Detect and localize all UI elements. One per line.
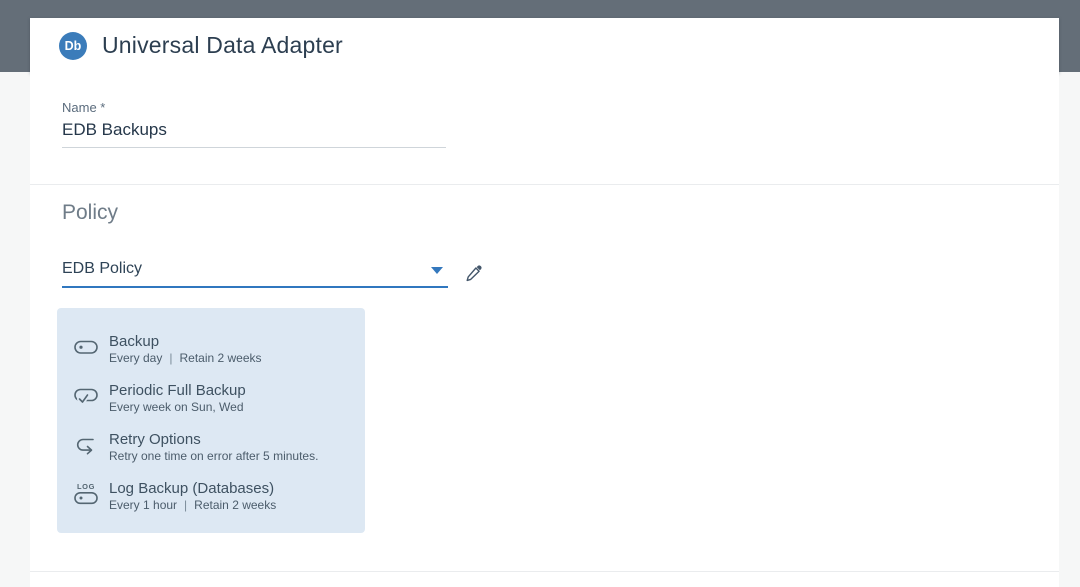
- policy-item-detail: Every week on Sun, Wed: [109, 400, 244, 414]
- policy-item-title: Retry Options: [109, 431, 201, 448]
- policy-item-periodic-full: Periodic Full Backup Every week on Sun, …: [72, 381, 349, 415]
- policy-item-title: Log Backup (Databases): [109, 480, 275, 497]
- policy-item-title: Backup: [109, 333, 160, 350]
- content-panel: Name * EDB Backups Policy EDB Policy Bac…: [30, 73, 1059, 587]
- policy-section: Policy EDB Policy Backup Every day | Ret…: [30, 185, 1059, 572]
- policy-summary-card: Backup Every day | Retain 2 weeks Periodic…: [57, 308, 365, 533]
- retry-options-icon: [72, 430, 100, 460]
- title-card: Db Universal Data Adapter: [30, 18, 1059, 73]
- name-input[interactable]: EDB Backups: [62, 120, 446, 148]
- policy-select-value: EDB Policy: [62, 260, 143, 277]
- log-icon-text: LOG: [76, 482, 96, 491]
- log-backup-icon: LOG: [72, 479, 100, 509]
- policy-item-detail: Every day | Retain 2 weeks: [109, 351, 262, 365]
- chevron-down-icon[interactable]: [431, 267, 443, 274]
- name-label: Name *: [62, 100, 106, 115]
- policy-item-log-backup: LOG Log Backup (Databases) Every 1 hour |…: [72, 479, 349, 513]
- name-section: Name * EDB Backups: [30, 73, 1059, 185]
- pencil-icon: [463, 262, 485, 284]
- db-app-icon: Db: [59, 31, 87, 60]
- policy-item-backup: Backup Every day | Retain 2 weeks: [72, 332, 349, 366]
- next-section-spacer: [30, 572, 1059, 586]
- policy-item-retry: Retry Options Retry one time on error af…: [72, 430, 349, 464]
- policy-item-detail: Retry one time on error after 5 minutes.: [109, 449, 319, 463]
- page-title: Universal Data Adapter: [102, 32, 343, 58]
- detail-separator: |: [184, 498, 188, 512]
- policy-item-detail: Every 1 hour | Retain 2 weeks: [109, 498, 277, 512]
- backup-run-icon: [72, 332, 100, 362]
- edit-policy-button[interactable]: [461, 260, 487, 286]
- policy-dropdown-row: EDB Policy: [62, 260, 1059, 288]
- policy-select[interactable]: EDB Policy: [62, 260, 448, 288]
- detail-separator: |: [169, 351, 173, 365]
- policy-item-title: Periodic Full Backup: [109, 382, 246, 399]
- periodic-full-backup-icon: [72, 381, 100, 411]
- policy-heading: Policy: [62, 201, 119, 224]
